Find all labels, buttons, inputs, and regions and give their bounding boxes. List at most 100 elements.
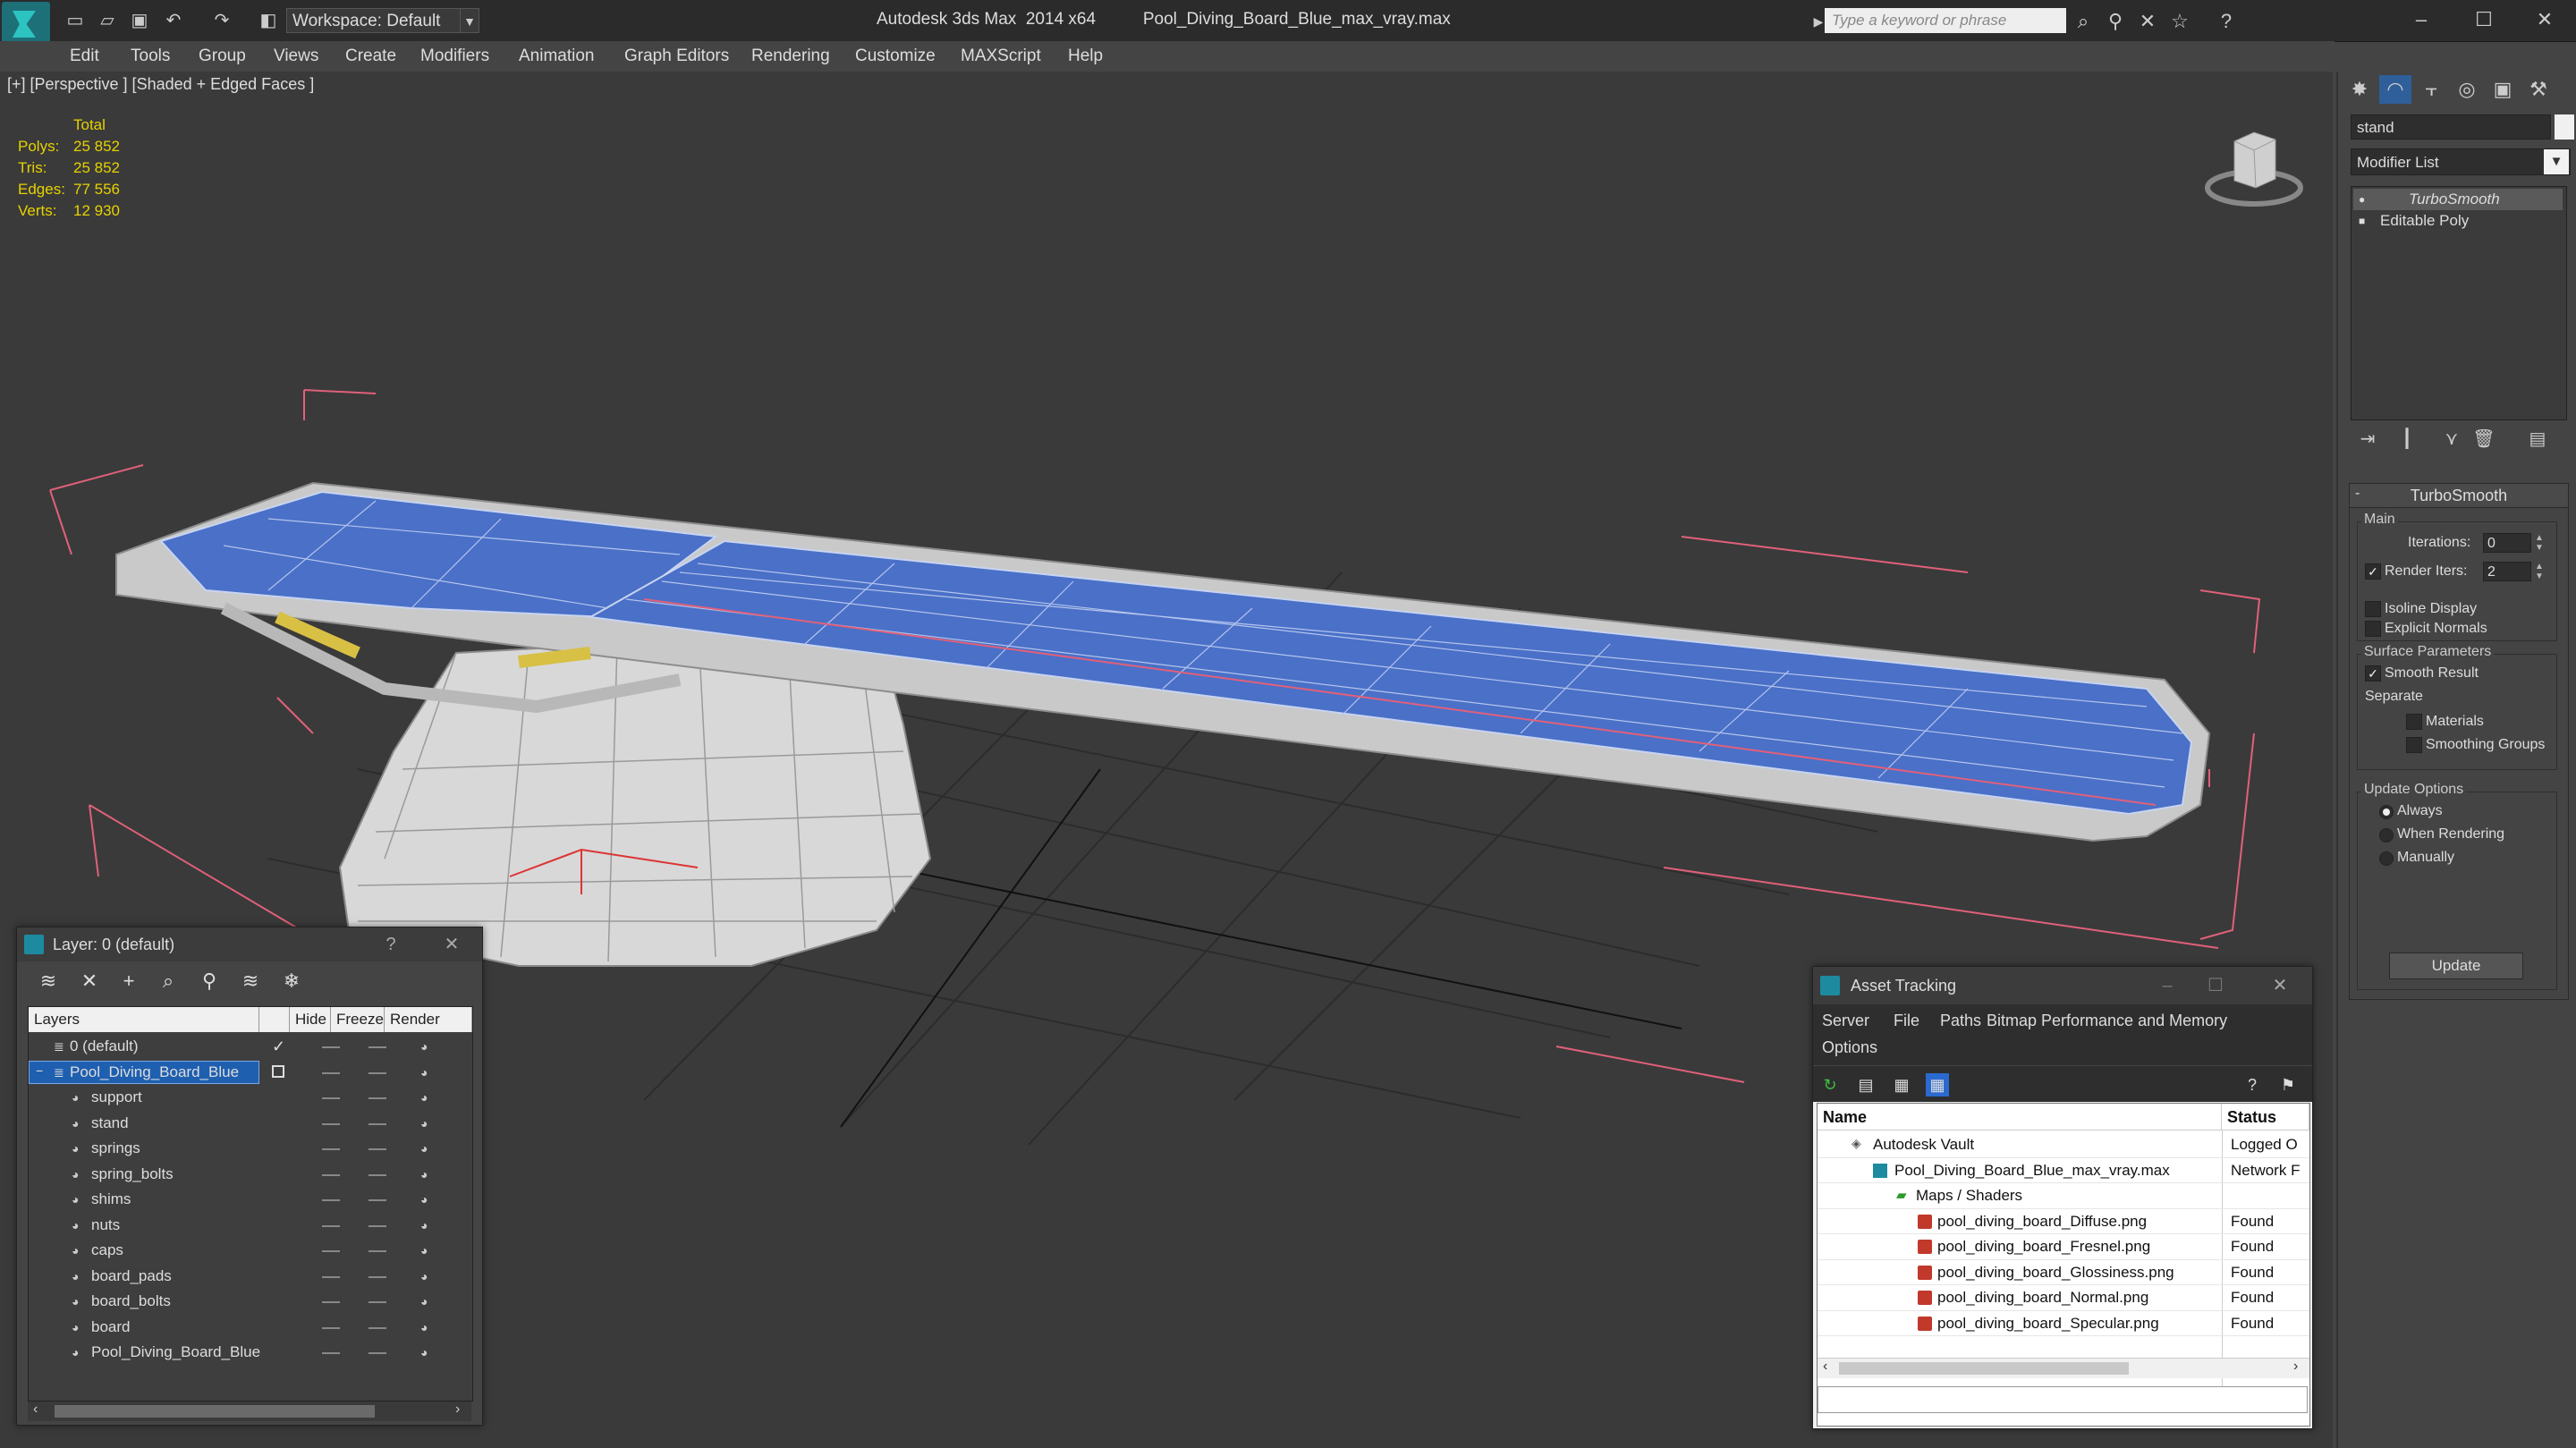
pin-stack-icon[interactable]: ⇥ <box>2354 426 2381 453</box>
menu-maxscript[interactable]: MAXScript <box>961 41 1041 71</box>
select-objects-icon[interactable]: ⌕ <box>155 969 182 994</box>
hide-toggle[interactable] <box>322 1071 340 1074</box>
help-icon[interactable]: ? <box>2241 1073 2264 1097</box>
workspace-dropdown[interactable]: Workspace: Default <box>286 8 465 33</box>
create-tab-icon[interactable]: ✸ <box>2343 75 2376 104</box>
object-row[interactable]: ◕ spring_bolts ◕ <box>29 1162 472 1188</box>
collapse-icon[interactable]: - <box>2355 486 2360 502</box>
hide-toggle[interactable] <box>322 1122 340 1125</box>
scrollbar-thumb[interactable] <box>1839 1362 2129 1375</box>
asset-row[interactable]: pool_diving_board_Fresnel.png Found <box>1818 1234 2309 1260</box>
set-current-box-icon[interactable] <box>272 1064 284 1078</box>
menu-tools[interactable]: Tools <box>131 41 170 71</box>
delete-layer-icon[interactable]: ✕ <box>76 969 103 994</box>
hide-toggle[interactable] <box>322 1199 340 1201</box>
freeze-toggle[interactable] <box>369 1097 386 1099</box>
isoline-display-checkbox[interactable] <box>2365 601 2381 617</box>
stack-item-editable-poly[interactable]: ■ Editable Poly <box>2353 210 2563 232</box>
hide-toggle[interactable] <box>322 1326 340 1329</box>
close-icon[interactable]: ✕ <box>2513 0 2576 39</box>
horizontal-scrollbar[interactable]: ‹ › <box>28 1401 471 1421</box>
always-radio[interactable] <box>2379 805 2394 819</box>
asset-row[interactable]: Pool_Diving_Board_Blue_max_vray.max Netwo… <box>1818 1158 2309 1183</box>
asset-row[interactable]: pool_diving_board_Normal.png Found <box>1818 1285 2309 1311</box>
column-header-layers[interactable]: Layers <box>29 1007 259 1032</box>
freeze-toggle[interactable] <box>369 1275 386 1278</box>
object-row[interactable]: ◕ shims ◕ <box>29 1187 472 1213</box>
save-file-icon[interactable]: ▣ <box>129 11 150 30</box>
menu-help[interactable]: Help <box>1068 41 1103 71</box>
column-header-status[interactable]: Status <box>2222 1104 2309 1130</box>
smooth-result-checkbox[interactable]: ✓ <box>2365 665 2381 682</box>
freeze-all-layers-icon[interactable]: ❄ <box>278 969 305 994</box>
asset-row[interactable]: pool_diving_board_Diffuse.png Found <box>1818 1209 2309 1234</box>
object-row[interactable]: ◕ stand ◕ <box>29 1111 472 1137</box>
column-header-hide[interactable]: Hide <box>290 1007 331 1032</box>
object-row[interactable]: ◕ nuts ◕ <box>29 1213 472 1239</box>
render-teapot-icon[interactable]: ◕ <box>420 1066 435 1079</box>
minimize-icon[interactable]: – <box>2151 967 2183 1004</box>
modify-tab-icon[interactable]: ◠ <box>2379 75 2411 104</box>
render-teapot-icon[interactable]: ◕ <box>420 1270 435 1283</box>
smoothing-groups-checkbox[interactable] <box>2406 737 2422 753</box>
new-file-icon[interactable]: ▭ <box>64 11 86 30</box>
chevron-down-icon[interactable]: ▼ <box>460 8 479 33</box>
menu-server[interactable]: Server <box>1822 1012 1869 1030</box>
asset-row[interactable]: pool_diving_board_Specular.png Found <box>1818 1311 2309 1336</box>
object-row[interactable]: ◕ board ◕ <box>29 1315 472 1341</box>
favorites-star-icon[interactable]: ☆ <box>2168 11 2191 32</box>
horizontal-scrollbar[interactable]: ‹ › <box>1818 1358 2309 1378</box>
asset-path-field[interactable] <box>1818 1386 2308 1413</box>
remove-modifier-icon[interactable]: 🗑 <box>2470 426 2497 453</box>
stack-item-turbosmooth[interactable]: ● TurboSmooth <box>2353 189 2563 210</box>
object-row[interactable]: ◕ support ◕ <box>29 1085 472 1111</box>
grid-view-icon[interactable]: ▦ <box>1926 1073 1949 1097</box>
display-tab-icon[interactable]: ▣ <box>2487 75 2519 104</box>
when-rendering-radio[interactable] <box>2379 828 2394 843</box>
freeze-toggle[interactable] <box>369 1148 386 1150</box>
hide-toggle[interactable] <box>322 1250 340 1252</box>
close-icon[interactable]: ✕ <box>436 927 468 961</box>
open-file-icon[interactable]: ▱ <box>97 11 118 30</box>
binoculars-icon[interactable]: ⌕ <box>2072 11 2095 32</box>
hide-toggle[interactable] <box>322 1352 340 1354</box>
menu-bitmap-performance[interactable]: Bitmap Performance and Memory <box>1987 1012 2227 1030</box>
freeze-toggle[interactable] <box>369 1173 386 1176</box>
menu-options[interactable]: Options <box>1822 1038 1877 1057</box>
menu-views[interactable]: Views <box>274 41 318 71</box>
freeze-toggle[interactable] <box>369 1122 386 1125</box>
minimize-icon[interactable]: – <box>2390 0 2453 39</box>
subscription-icon[interactable]: ⚲ <box>2104 11 2127 32</box>
render-teapot-icon[interactable]: ◕ <box>420 1168 435 1181</box>
layer-row[interactable]: − ≣ Pool_Diving_Board_Blue ◕ <box>29 1060 472 1086</box>
current-layer-check-icon[interactable]: ✓ <box>272 1037 285 1056</box>
undo-icon[interactable]: ↶ <box>163 11 184 30</box>
materials-checkbox[interactable] <box>2406 714 2422 730</box>
render-teapot-icon[interactable]: ◕ <box>420 1219 435 1232</box>
column-header-name[interactable]: Name <box>1818 1104 2222 1130</box>
iterations-spinner[interactable]: 0 <box>2483 533 2531 553</box>
scroll-right-icon[interactable]: › <box>455 1401 460 1418</box>
hide-toggle[interactable] <box>322 1097 340 1099</box>
menu-group[interactable]: Group <box>199 41 246 71</box>
hide-toggle[interactable] <box>322 1046 340 1048</box>
column-header-render[interactable]: Render <box>385 1007 472 1032</box>
create-layer-icon[interactable]: ≋ <box>35 969 62 994</box>
scrollbar-thumb[interactable] <box>55 1405 375 1418</box>
show-end-result-icon[interactable]: ┃ <box>2394 426 2420 453</box>
chevron-down-icon[interactable]: ▼ <box>2544 149 2569 174</box>
menu-rendering[interactable]: Rendering <box>751 41 830 71</box>
object-row[interactable]: ◕ board_bolts ◕ <box>29 1289 472 1315</box>
layer-row[interactable]: ≣ 0 (default) ✓ ◕ <box>29 1034 472 1060</box>
menu-paths[interactable]: Paths <box>1940 1012 1981 1030</box>
render-teapot-icon[interactable]: ◕ <box>420 1321 435 1334</box>
scroll-left-icon[interactable]: ‹ <box>1823 1359 1827 1375</box>
object-row[interactable]: ◕ Pool_Diving_Board_Blue ◕ <box>29 1340 472 1366</box>
spinner-arrows-icon[interactable]: ▲ ▼ <box>2533 533 2546 553</box>
freeze-toggle[interactable] <box>369 1224 386 1227</box>
hierarchy-tab-icon[interactable]: ⫟ <box>2415 75 2447 104</box>
menu-graph-editors[interactable]: Graph Editors <box>624 41 729 71</box>
hide-toggle[interactable] <box>322 1301 340 1303</box>
render-iters-spinner[interactable]: 2 <box>2483 562 2531 581</box>
list-view-icon[interactable]: ▤ <box>1854 1073 1877 1097</box>
